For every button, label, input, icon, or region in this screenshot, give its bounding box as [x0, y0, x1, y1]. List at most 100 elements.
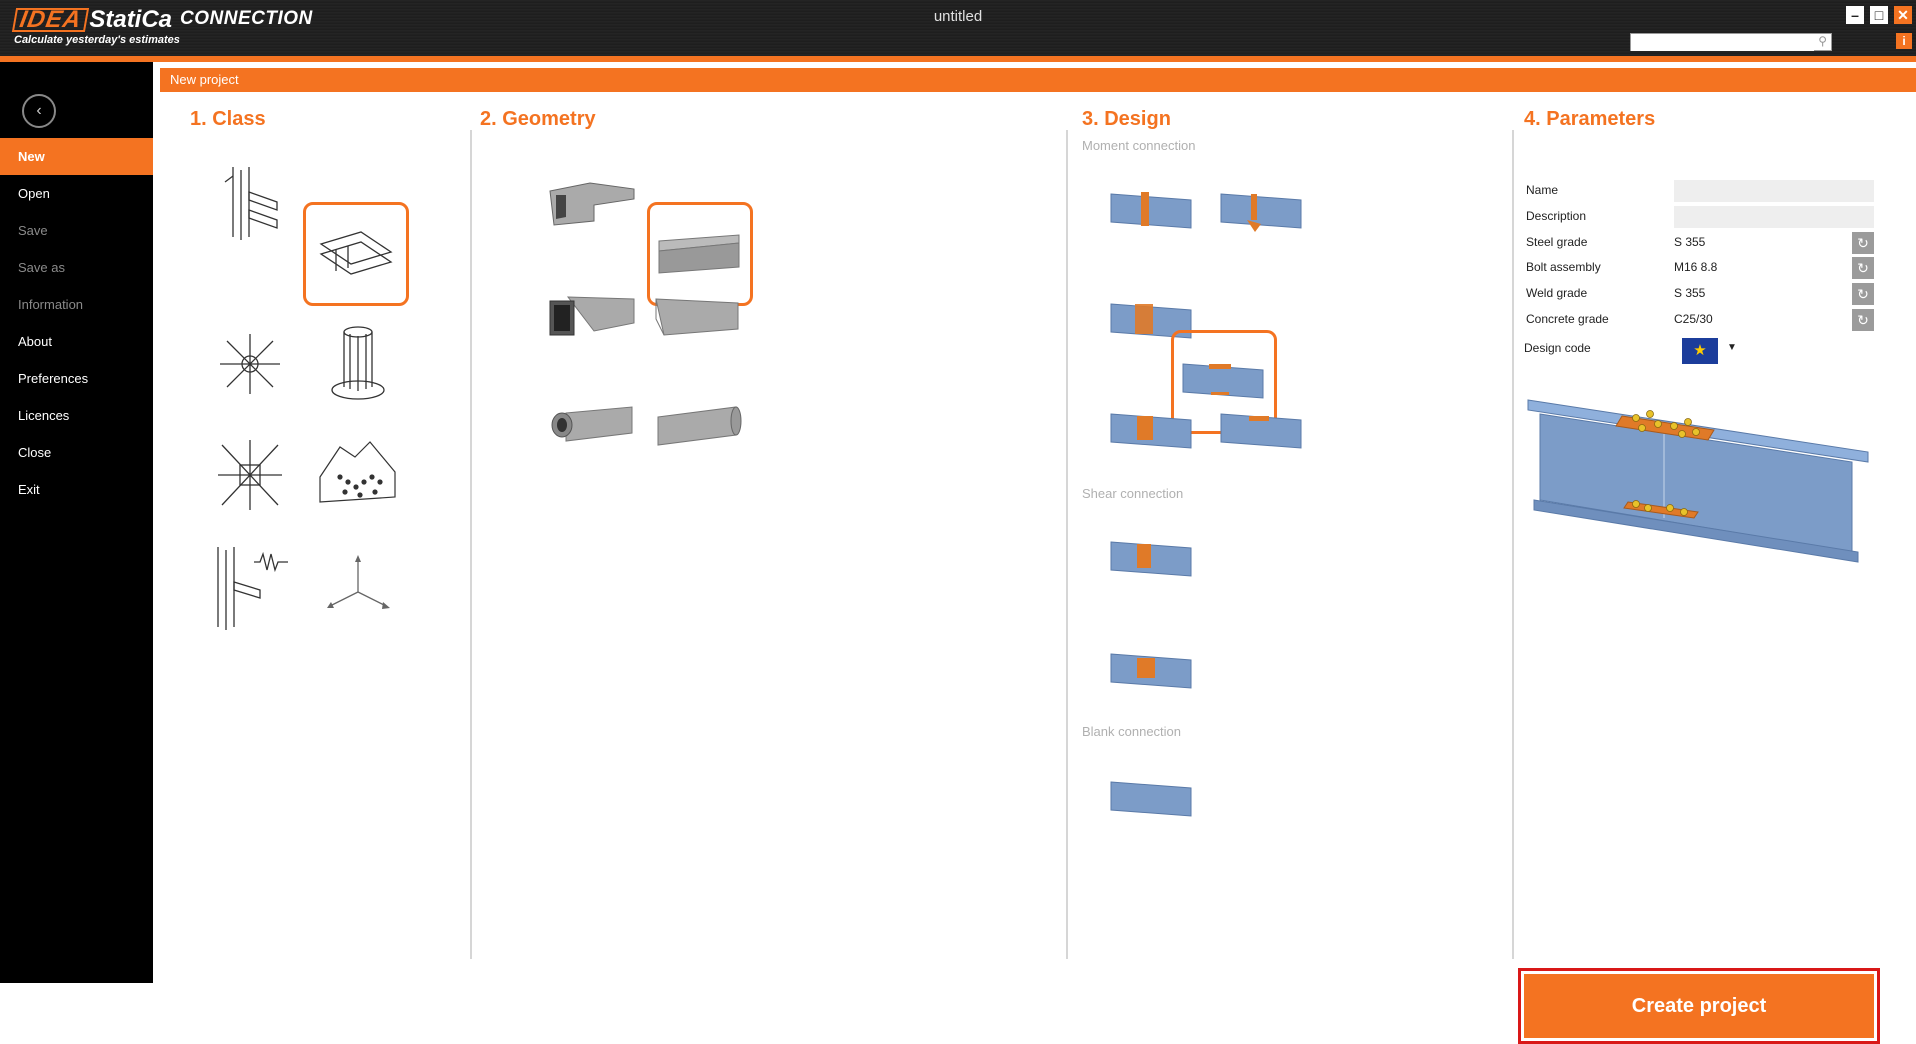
- maximize-button[interactable]: □: [1870, 6, 1888, 24]
- chs-joint-icon: [551, 406, 633, 442]
- sidebar-item-information[interactable]: Information: [0, 286, 153, 323]
- design-code-label: Design code: [1524, 341, 1591, 355]
- create-project-label: Create project: [1524, 974, 1874, 1038]
- design-option-1[interactable]: [1102, 162, 1202, 262]
- sidebar-item-open[interactable]: Open: [0, 175, 153, 212]
- name-field[interactable]: [1674, 180, 1874, 202]
- main-content: New project 1. Class 2. Geometry 3. Desi…: [160, 68, 1916, 1044]
- design-section: 3. Design Moment connection Shear connec…: [1068, 92, 1512, 983]
- class-multi-member-node[interactable]: [200, 425, 300, 525]
- design-option-2[interactable]: [1212, 162, 1312, 262]
- design-code-dropdown-icon[interactable]: ▼: [1727, 342, 1737, 353]
- column-base-icon: [331, 326, 385, 400]
- weld-grade-row: Weld grade S 355 ↻: [1514, 283, 1874, 305]
- multi-member-node-icon: [218, 440, 282, 510]
- haunch-connection-icon: [1220, 193, 1302, 232]
- web-plate-connection-icon: [1110, 413, 1192, 449]
- title-bar: IDEA StatiCa CONNECTION Calculate yesterd…: [0, 0, 1916, 62]
- steel-grade-reset-icon[interactable]: ↻: [1852, 232, 1874, 254]
- class-beam-column-joint[interactable]: [200, 152, 300, 252]
- design-title: 3. Design: [1082, 108, 1171, 130]
- search-input[interactable]: [1631, 37, 1814, 51]
- class-section: 1. Class: [160, 92, 470, 983]
- parameters-section: 4. Parameters Name Description Steel gra…: [1514, 92, 1894, 1044]
- description-field[interactable]: [1674, 206, 1874, 228]
- window-controls: – □ ✕: [1846, 6, 1916, 24]
- sidebar-item-exit[interactable]: Exit: [0, 471, 153, 508]
- sidebar-item-new[interactable]: New: [0, 138, 153, 175]
- accent-line: [0, 56, 1916, 62]
- connection-preview: [1527, 399, 1869, 563]
- rhs-straight-icon: [655, 298, 739, 336]
- bolt-assembly-row: Bolt assembly M16 8.8 ↻: [1514, 257, 1874, 279]
- bolt-assembly-value[interactable]: M16 8.8: [1674, 260, 1717, 274]
- sidebar: ‹ New Open Save Save as Information Abou…: [0, 62, 153, 983]
- end-plate-connection-icon: [1110, 192, 1192, 229]
- design-option-shear-2[interactable]: [1102, 622, 1202, 722]
- gusset-plate-icon: [319, 441, 396, 503]
- sidebar-item-preferences[interactable]: Preferences: [0, 360, 153, 397]
- geometry-title: 2. Geometry: [480, 108, 596, 130]
- steel-grade-value[interactable]: S 355: [1674, 235, 1705, 249]
- tagline: Calculate yesterday's estimates: [14, 34, 180, 46]
- bolt-assembly-label: Bolt assembly: [1526, 260, 1601, 274]
- concrete-grade-label: Concrete grade: [1526, 312, 1609, 326]
- i-beam-joint-icon: [549, 182, 635, 226]
- concrete-grade-reset-icon[interactable]: ↻: [1852, 309, 1874, 331]
- design-option-shear-1[interactable]: [1102, 510, 1202, 610]
- axes-icon: [327, 555, 390, 609]
- concrete-grade-value[interactable]: C25/30: [1674, 312, 1713, 326]
- steel-grade-row: Steel grade S 355 ↻: [1514, 232, 1874, 254]
- design-option-6[interactable]: [1212, 382, 1312, 482]
- description-row: Description: [1514, 206, 1874, 228]
- minimize-button[interactable]: –: [1846, 6, 1864, 24]
- sidebar-item-save-as[interactable]: Save as: [0, 249, 153, 286]
- geometry-chs-joint[interactable]: [542, 374, 642, 474]
- close-button[interactable]: ✕: [1894, 6, 1912, 24]
- class-column-base[interactable]: [308, 314, 408, 414]
- chs-straight-icon: [657, 406, 742, 446]
- page-header: New project: [160, 68, 1916, 92]
- beam-splice-icon: [319, 231, 393, 275]
- sidebar-item-about[interactable]: About: [0, 323, 153, 360]
- class-general[interactable]: [308, 537, 408, 637]
- shear-plate-connection-icon: [1110, 653, 1192, 689]
- class-beam-splice[interactable]: [303, 202, 409, 306]
- parameters-title: 4. Parameters: [1524, 108, 1656, 130]
- geometry-i-beam-joint[interactable]: [542, 154, 642, 254]
- info-button[interactable]: i: [1896, 33, 1912, 49]
- rhs-joint-icon: [549, 296, 635, 336]
- create-project-button[interactable]: Create project: [1518, 968, 1880, 1044]
- bolt-assembly-reset-icon[interactable]: ↻: [1852, 257, 1874, 279]
- stiffness-analysis-icon: [217, 547, 288, 630]
- search-icon[interactable]: ⚲: [1818, 34, 1827, 48]
- sidebar-menu: New Open Save Save as Information About …: [0, 138, 153, 508]
- geometry-rhs-straight[interactable]: [647, 264, 747, 364]
- weld-grade-reset-icon[interactable]: ↻: [1852, 283, 1874, 305]
- design-option-blank[interactable]: [1102, 750, 1202, 850]
- geometry-chs-straight[interactable]: [647, 374, 747, 474]
- name-label: Name: [1526, 183, 1559, 197]
- geometry-rhs-joint[interactable]: [542, 264, 642, 364]
- shear-connection-label: Shear connection: [1082, 486, 1184, 501]
- steel-grade-label: Steel grade: [1526, 235, 1588, 249]
- name-row: Name: [1514, 180, 1874, 202]
- sidebar-item-close[interactable]: Close: [0, 434, 153, 471]
- eu-flag-icon[interactable]: ★: [1682, 338, 1718, 364]
- sidebar-item-licences[interactable]: Licences: [0, 397, 153, 434]
- top-plate-connection-icon: [1220, 413, 1302, 449]
- search-box: ⚲: [1630, 33, 1832, 51]
- shear-bolted-connection-icon: [1110, 541, 1192, 577]
- class-truss-node[interactable]: [200, 314, 300, 414]
- back-button[interactable]: ‹: [22, 94, 56, 128]
- document-title: untitled: [933, 8, 983, 25]
- class-stiffness-analysis[interactable]: [200, 537, 300, 637]
- moment-connection-label: Moment connection: [1082, 138, 1196, 153]
- description-label: Description: [1526, 209, 1587, 223]
- design-code-row: Design code ★ ▼: [1514, 338, 1874, 364]
- sidebar-item-save[interactable]: Save: [0, 212, 153, 249]
- concrete-grade-row: Concrete grade C25/30 ↻: [1514, 309, 1874, 331]
- weld-grade-value[interactable]: S 355: [1674, 286, 1705, 300]
- class-gusset-plate[interactable]: [308, 425, 408, 525]
- design-option-5[interactable]: [1102, 382, 1202, 482]
